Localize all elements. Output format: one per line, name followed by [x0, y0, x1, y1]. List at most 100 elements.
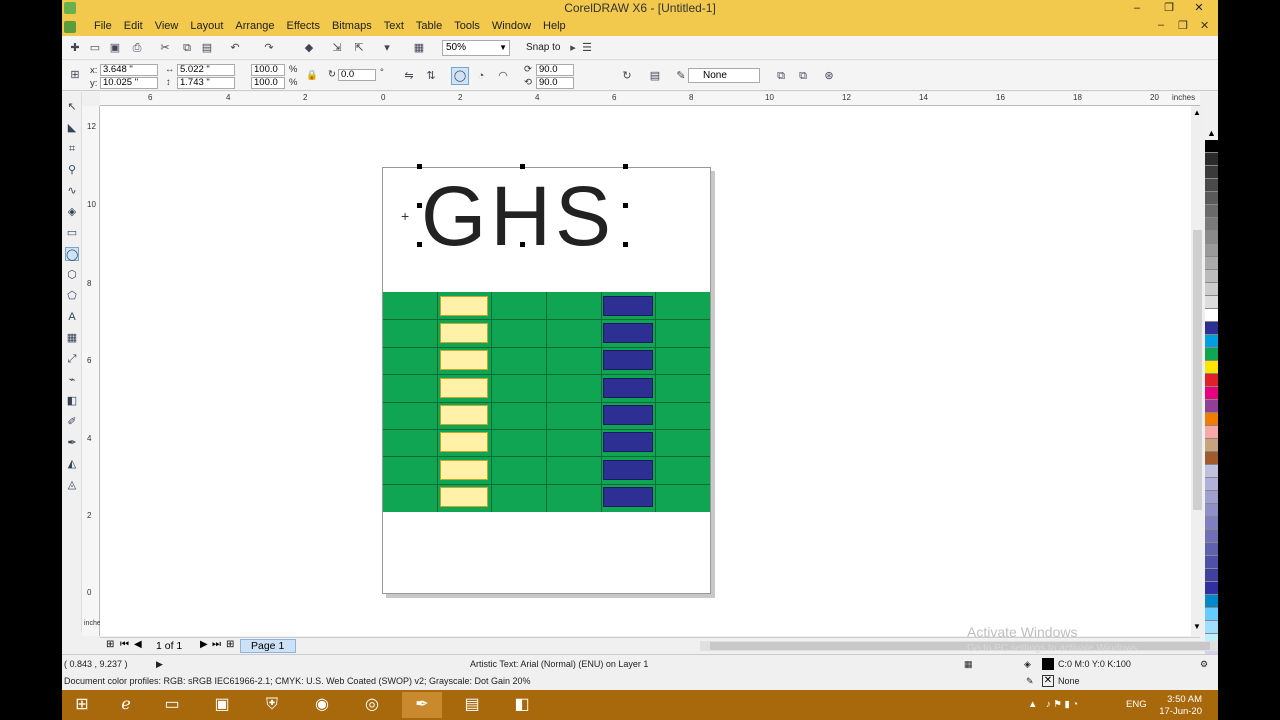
green-table-grid[interactable] — [383, 292, 710, 512]
add-page-after-icon[interactable]: ⊞ — [226, 639, 234, 650]
chrome-icon[interactable]: ◉ — [302, 692, 342, 718]
palette-swatch[interactable] — [1205, 621, 1218, 634]
eyedropper-tool-icon[interactable]: ✐ — [65, 415, 79, 429]
rectangle-tool-icon[interactable]: ▭ — [65, 226, 79, 240]
blue-rectangle[interactable] — [603, 432, 653, 452]
palette-swatch[interactable] — [1205, 582, 1218, 595]
yellow-rectangle[interactable] — [440, 296, 488, 316]
scroll-up-icon[interactable]: ▲ — [1193, 108, 1201, 117]
palette-swatch[interactable] — [1205, 218, 1218, 231]
selection-handle[interactable] — [520, 164, 525, 169]
palette-swatch[interactable] — [1205, 361, 1218, 374]
convert-to-curves-icon[interactable]: ⊛ — [822, 69, 836, 83]
save-icon[interactable]: ▣ — [108, 41, 122, 55]
minimize-button[interactable]: – — [1126, 0, 1148, 18]
recorder-icon[interactable]: ▤ — [452, 692, 492, 718]
text-tool-icon[interactable]: A — [65, 310, 79, 324]
yellow-rectangle[interactable] — [440, 323, 488, 343]
selection-handle[interactable] — [520, 242, 525, 247]
yellow-rectangle[interactable] — [440, 350, 488, 370]
freehand-tool-icon[interactable]: ∿ — [65, 184, 79, 198]
interactive-fill-tool-icon[interactable]: ◬ — [65, 478, 79, 492]
palette-swatch[interactable] — [1205, 283, 1218, 296]
menu-arrange[interactable]: Arrange — [229, 20, 280, 32]
store-icon[interactable]: ▣ — [202, 692, 242, 718]
palette-swatch[interactable] — [1205, 244, 1218, 257]
dimension-tool-icon[interactable]: ⤢ — [65, 352, 79, 366]
doc-minimize-button[interactable]: – — [1158, 19, 1164, 31]
palette-swatch[interactable] — [1205, 205, 1218, 218]
menu-table[interactable]: Table — [410, 20, 448, 32]
options-icon[interactable]: ☰ — [580, 41, 594, 55]
shape-tool-icon[interactable]: ◣ — [65, 121, 79, 135]
table-tool-icon[interactable]: ▦ — [65, 331, 79, 345]
internet-explorer-icon[interactable]: ℯ — [106, 692, 146, 718]
menu-edit[interactable]: Edit — [118, 20, 149, 32]
redo-icon[interactable]: ↷ — [262, 41, 276, 55]
menu-bitmaps[interactable]: Bitmaps — [326, 20, 378, 32]
blue-rectangle[interactable] — [603, 323, 653, 343]
blend-tool-icon[interactable]: ◧ — [65, 394, 79, 408]
yellow-rectangle[interactable] — [440, 432, 488, 452]
pie-icon[interactable]: ◔ — [474, 69, 488, 83]
zoom-tool-icon[interactable]: ⚲ — [65, 163, 79, 177]
maximize-button[interactable]: ❐ — [1158, 0, 1180, 18]
selection-handle[interactable] — [623, 242, 628, 247]
open-folder-icon[interactable]: ▭ — [88, 41, 102, 55]
clock[interactable]: 3:50 AM 17-Jun-20 — [1159, 694, 1202, 718]
blue-rectangle[interactable] — [603, 460, 653, 480]
yellow-rectangle[interactable] — [440, 487, 488, 507]
mirror-horizontal-icon[interactable]: ⇋ — [402, 69, 416, 83]
menu-tools[interactable]: Tools — [448, 20, 486, 32]
last-page-icon[interactable]: ⏭ — [212, 639, 221, 650]
to-front-icon[interactable]: ⧉ — [774, 69, 788, 83]
palette-swatch[interactable] — [1205, 491, 1218, 504]
undo-icon[interactable]: ↶ — [228, 41, 242, 55]
palette-swatch[interactable] — [1205, 166, 1218, 179]
start-angle-field[interactable]: 90.0 — [536, 64, 574, 76]
selection-handle[interactable] — [417, 164, 422, 169]
new-document-icon[interactable]: ✚ — [68, 41, 82, 55]
palette-swatch[interactable] — [1205, 517, 1218, 530]
palette-swatch[interactable] — [1205, 179, 1218, 192]
menu-window[interactable]: Window — [486, 20, 537, 32]
palette-swatch[interactable] — [1205, 465, 1218, 478]
start-icon[interactable]: ⊞ — [62, 692, 102, 718]
snap-to-dropdown[interactable]: Snap to — [526, 42, 560, 53]
palette-swatch[interactable] — [1205, 504, 1218, 517]
coreldraw-taskbar-icon[interactable]: ✒ — [402, 692, 442, 718]
chevron-down-icon[interactable]: ▸ — [566, 41, 580, 55]
rotation-field[interactable]: 0.0 — [338, 69, 376, 81]
file-explorer-icon[interactable]: ▭ — [152, 692, 192, 718]
scale-height-field[interactable]: 100.0 — [251, 77, 285, 89]
tray-icons[interactable]: ♪ ⚑ ▮ ◔ — [1046, 699, 1078, 710]
palette-swatch[interactable] — [1205, 231, 1218, 244]
height-field[interactable]: 1.743 " — [177, 77, 235, 89]
yellow-rectangle[interactable] — [440, 405, 488, 425]
page[interactable]: GHS + — [382, 164, 711, 594]
palette-swatch[interactable] — [1205, 530, 1218, 543]
outline-width-select[interactable]: None — [688, 68, 760, 83]
palette-scroll-up-icon[interactable]: ▲ — [1205, 128, 1218, 140]
palette-swatch[interactable] — [1205, 153, 1218, 166]
color-proof-icon[interactable]: ▦ — [964, 659, 973, 670]
vertical-scrollbar[interactable]: ▲ ▼ — [1191, 106, 1204, 636]
lock-ratio-icon[interactable]: 🔒 — [306, 70, 318, 81]
fill-tool-icon[interactable]: ◭ — [65, 457, 79, 471]
palette-swatch[interactable] — [1205, 257, 1218, 270]
palette-swatch[interactable] — [1205, 543, 1218, 556]
change-direction-icon[interactable]: ↻ — [620, 69, 634, 83]
cut-icon[interactable]: ✂ — [158, 41, 172, 55]
blue-rectangle[interactable] — [603, 378, 653, 398]
copy-icon[interactable]: ⧉ — [180, 41, 194, 55]
palette-swatch[interactable] — [1205, 595, 1218, 608]
scrollbar-thumb[interactable] — [1193, 230, 1202, 510]
menu-file[interactable]: File — [88, 20, 118, 32]
zoom-select[interactable]: 50% ▼ — [442, 40, 510, 56]
palette-swatch[interactable] — [1205, 140, 1218, 153]
photo-app-icon[interactable]: ◧ — [502, 692, 542, 718]
no-outline-swatch[interactable]: ✕ — [1042, 675, 1054, 687]
palette-swatch[interactable] — [1205, 569, 1218, 582]
artistic-text-ghs[interactable]: GHS — [421, 168, 615, 265]
blue-rectangle[interactable] — [603, 487, 653, 507]
